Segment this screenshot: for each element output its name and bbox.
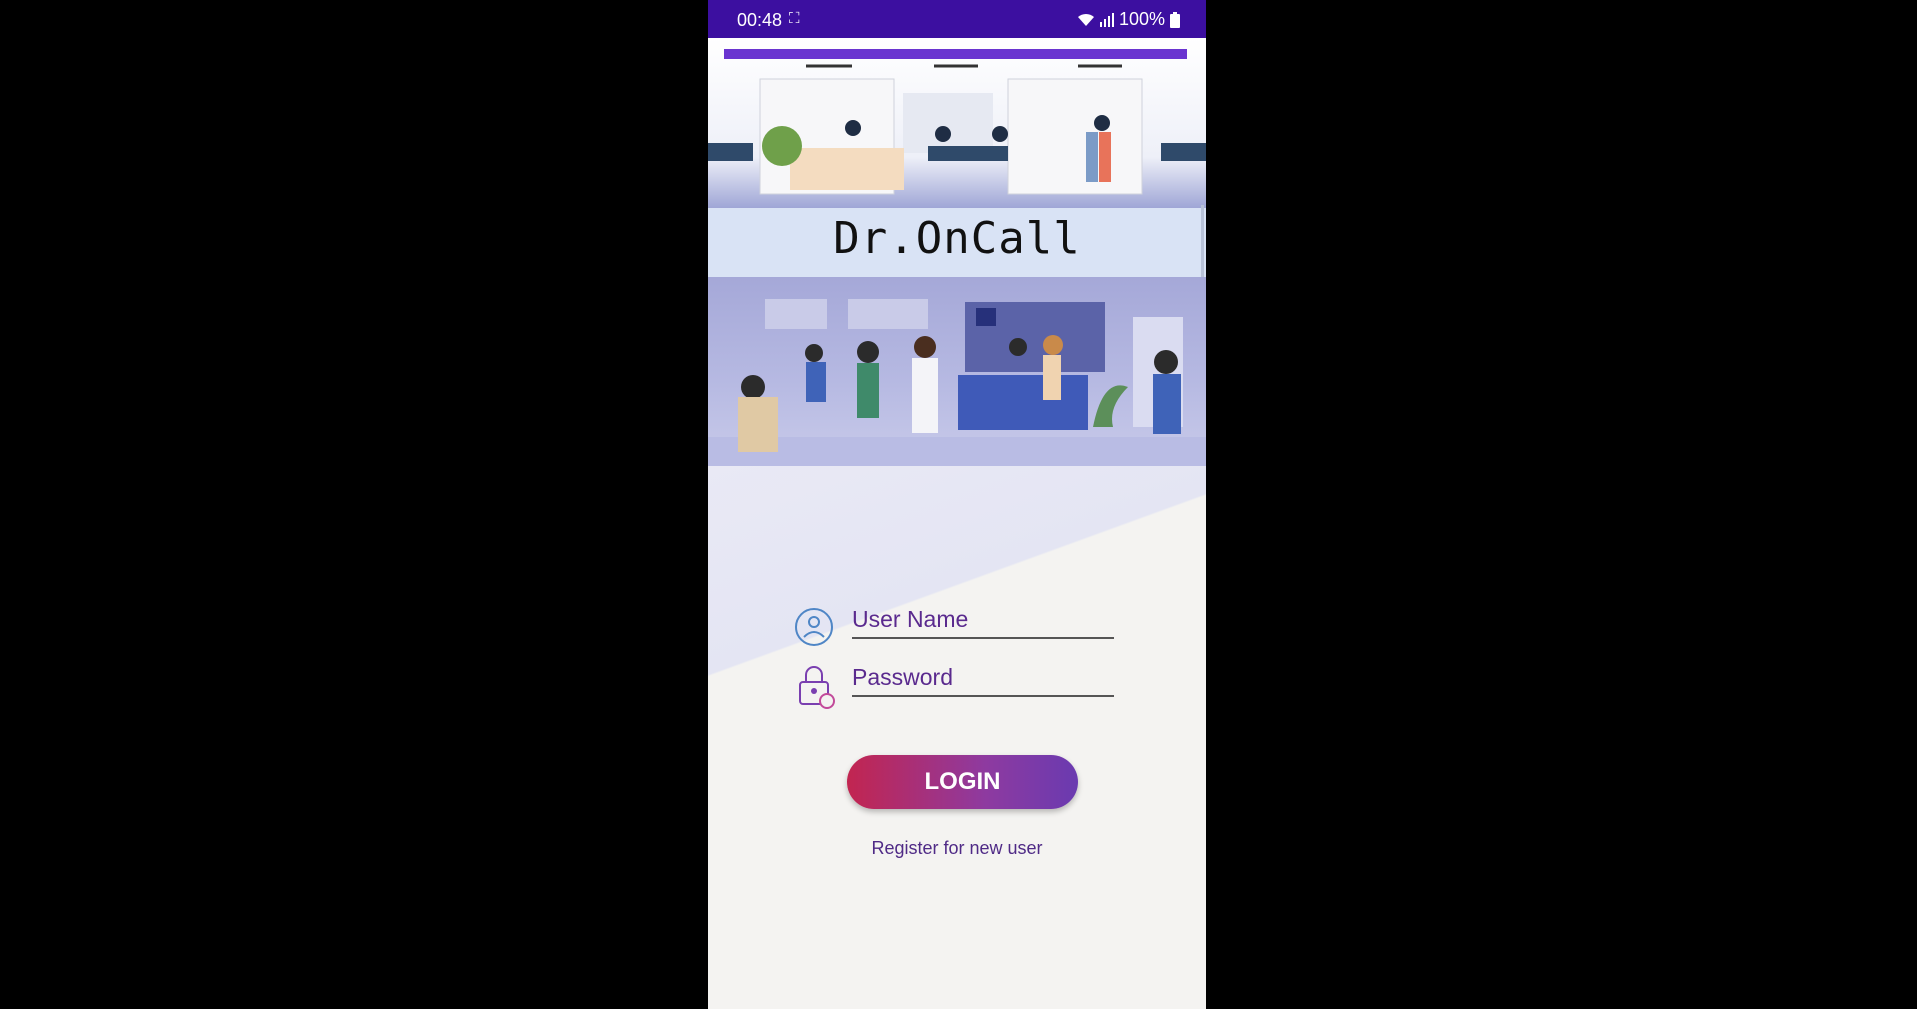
signal-icon <box>1099 12 1114 27</box>
battery-level: 100% <box>1118 9 1165 29</box>
phone-screen: 00:48 ⛶ 100% Dr.OnCall User Name LOGIN R… <box>708 0 1206 1009</box>
battery-icon <box>1170 11 1180 28</box>
username-input[interactable] <box>852 606 1114 637</box>
user-icon <box>795 608 833 646</box>
lock-icon <box>799 666 835 709</box>
status-right: 100% <box>1077 9 1180 30</box>
wifi-icon <box>1077 13 1094 26</box>
username-field[interactable] <box>852 606 1114 639</box>
screenshot-icon: ⛶ <box>789 10 801 27</box>
hospital-lobby-illustration <box>708 277 1206 466</box>
loading-progress-bar <box>724 49 1187 59</box>
clinic-reception-illustration <box>708 38 1206 208</box>
password-input[interactable] <box>852 664 1114 695</box>
register-link[interactable]: Register for new user <box>708 838 1206 859</box>
status-time: 00:48 <box>737 10 783 30</box>
app-title: Dr.OnCall <box>833 213 1081 264</box>
status-bar: 00:48 ⛶ 100% <box>708 0 1206 38</box>
password-field[interactable] <box>852 664 1114 697</box>
login-button[interactable]: LOGIN <box>847 755 1078 809</box>
background-diagonal <box>708 466 1206 686</box>
scroll-indicator <box>1201 205 1204 277</box>
